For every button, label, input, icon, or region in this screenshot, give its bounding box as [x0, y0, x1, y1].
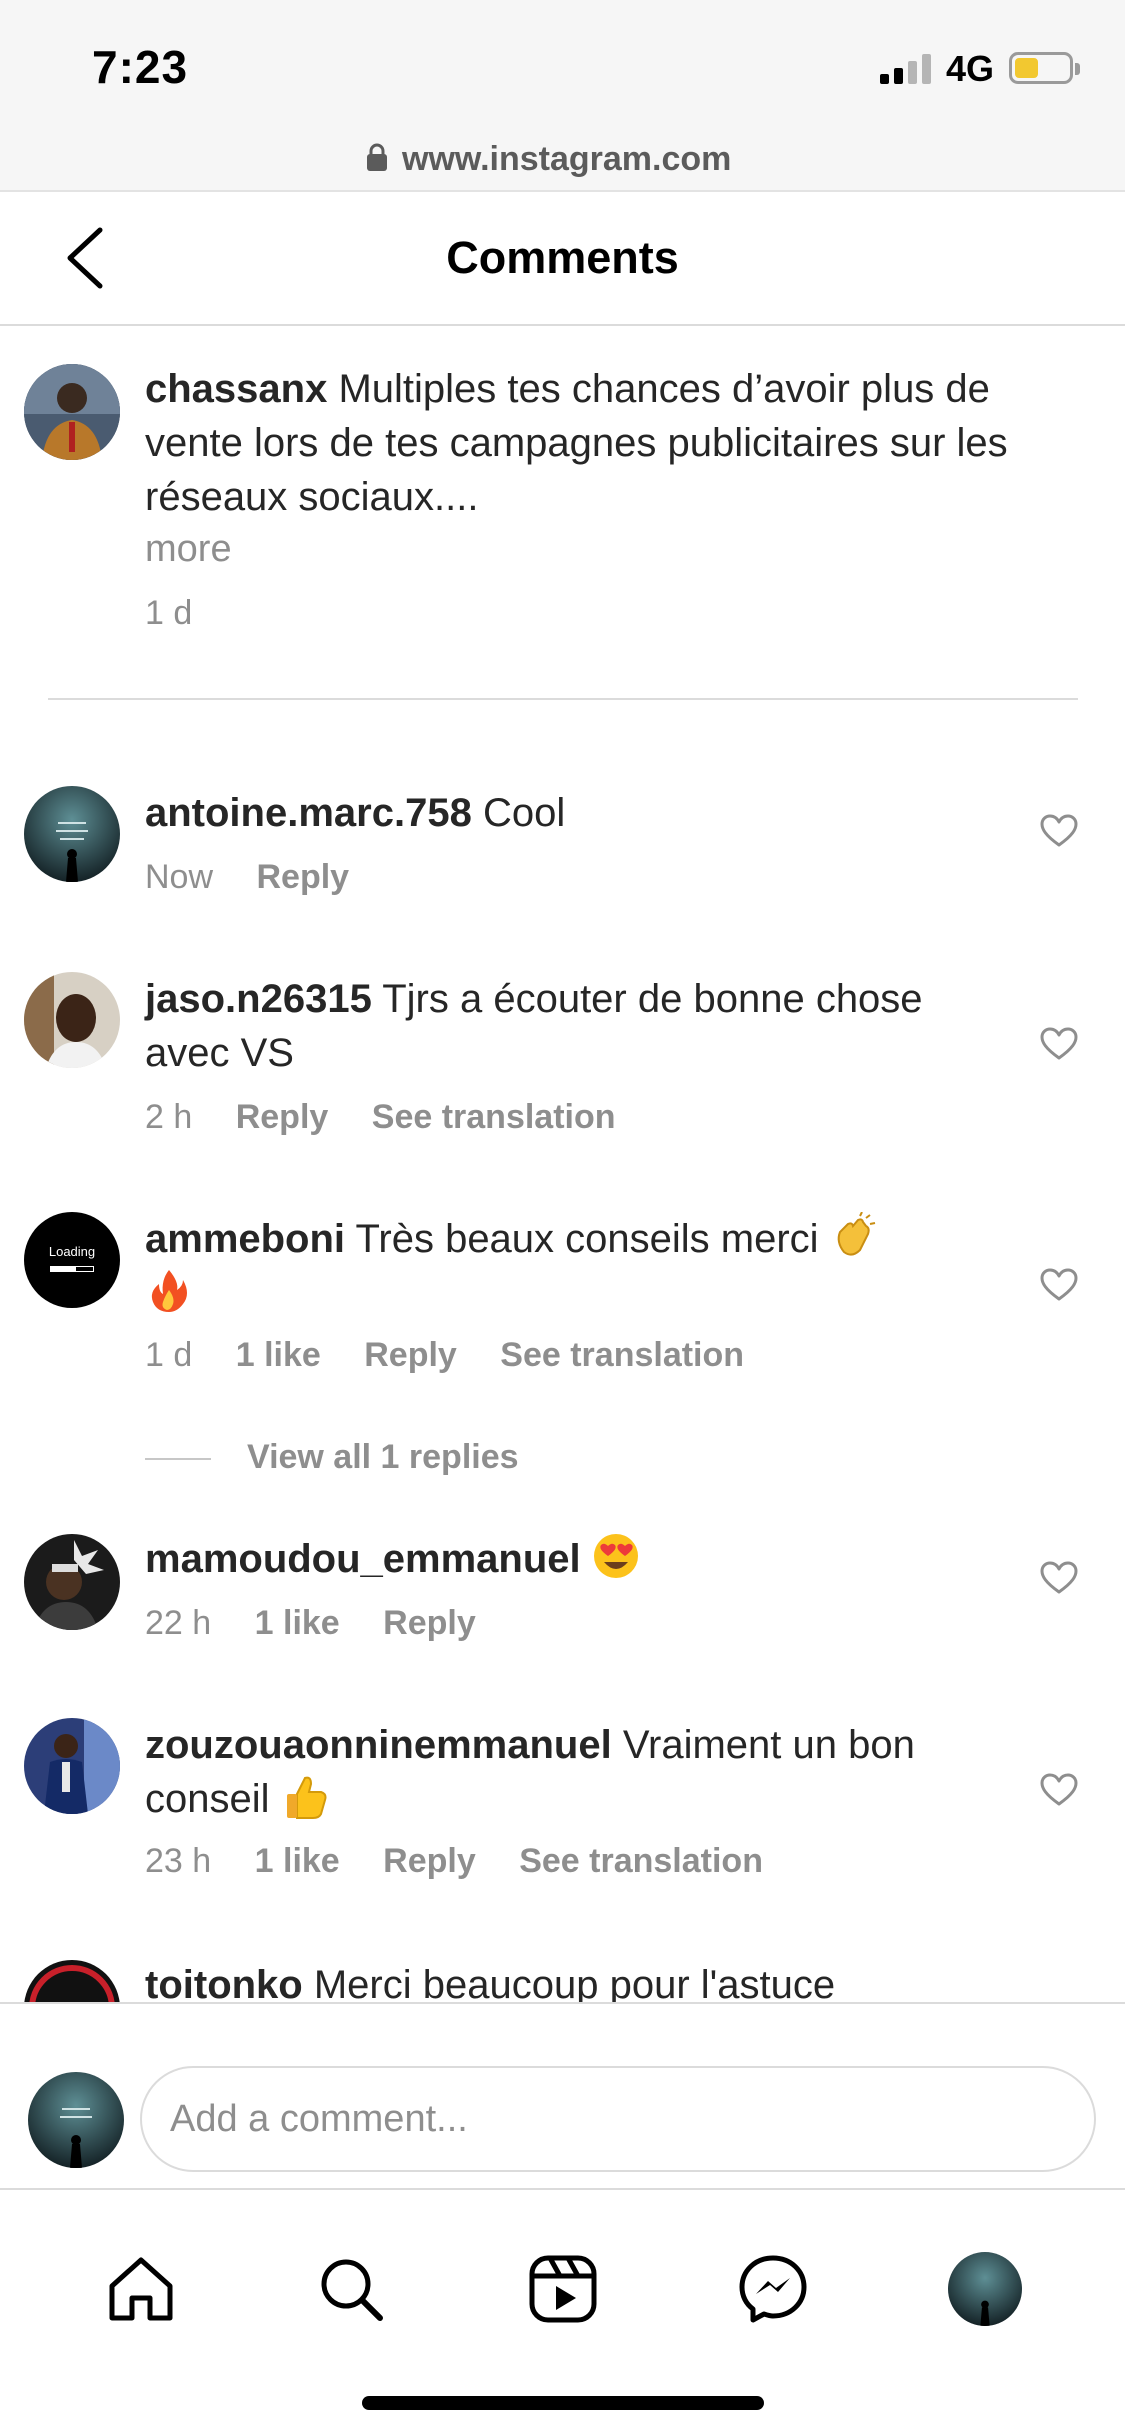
see-translation-button[interactable]: See translation — [519, 1842, 763, 1880]
reply-button[interactable]: Reply — [383, 1842, 476, 1880]
profile-avatar[interactable] — [948, 2252, 1022, 2326]
home-icon[interactable] — [106, 2254, 176, 2324]
my-avatar — [28, 2072, 124, 2168]
avatar[interactable] — [24, 972, 120, 1068]
comments-header: Comments — [0, 192, 1125, 326]
avatar-image — [24, 364, 120, 460]
comment-meta: 1 d 1 like Reply See translation — [145, 1336, 778, 1375]
avatar-image — [29, 1965, 115, 2002]
comment-text: zouzouaonninemmanuel Vraiment un bon con… — [145, 1718, 1015, 1826]
thumbs-up-emoji — [286, 1776, 327, 1819]
comment-username[interactable]: toitonko — [145, 1963, 303, 2002]
comment-meta: 22 h 1 like Reply — [145, 1604, 510, 1643]
like-count[interactable]: 1 like — [255, 1842, 340, 1880]
comment-meta: Now Reply — [145, 858, 383, 897]
comment-time: 23 h — [145, 1842, 212, 1880]
comment-body: Cool — [482, 791, 566, 835]
avatar-text: Loading — [48, 1244, 96, 1259]
caption-username[interactable]: chassanx — [145, 367, 327, 411]
comment-text: mamoudou_emmanuel — [145, 1532, 1015, 1586]
comment-username[interactable]: ammeboni — [145, 1217, 345, 1261]
messenger-icon[interactable] — [738, 2254, 808, 2324]
reels-icon[interactable] — [528, 2254, 598, 2324]
heart-icon[interactable] — [1040, 1561, 1078, 1595]
comment-time: 1 d — [145, 1336, 193, 1374]
more-link[interactable]: more — [145, 528, 232, 571]
avatar-image — [948, 2252, 1022, 2326]
home-indicator[interactable] — [362, 2396, 764, 2410]
battery-icon — [1009, 52, 1080, 84]
avatar[interactable] — [24, 786, 120, 882]
comment-text: jaso.n26315 Tjrs a écouter de bonne chos… — [145, 972, 1015, 1080]
comment-body: Très beaux conseils merci — [355, 1217, 819, 1261]
see-translation-button[interactable]: See translation — [372, 1098, 616, 1136]
reply-button[interactable]: Reply — [364, 1336, 457, 1374]
heart-icon[interactable] — [1040, 814, 1078, 848]
heart-eyes-emoji — [593, 1534, 638, 1578]
avatar[interactable] — [24, 364, 120, 460]
caption-timestamp: 1 d — [145, 594, 193, 632]
comment-time: Now — [145, 858, 214, 896]
heart-icon[interactable] — [1040, 1268, 1078, 1302]
comment-username[interactable]: antoine.marc.758 — [145, 791, 472, 835]
reply-button[interactable]: Reply — [383, 1604, 476, 1642]
replies-line — [145, 1458, 211, 1461]
reply-button[interactable]: Reply — [236, 1098, 329, 1136]
comment-time: 2 h — [145, 1098, 193, 1136]
browser-url-bar[interactable]: www.instagram.com — [0, 132, 1125, 192]
lock-icon — [367, 143, 387, 171]
status-time: 7:23 — [92, 41, 189, 93]
comment-username[interactable]: mamoudou_emmanuel — [145, 1537, 581, 1581]
avatar[interactable]: Loading — [24, 1212, 120, 1308]
comment-time: 22 h — [145, 1604, 212, 1642]
avatar-image — [24, 972, 120, 1068]
comment-username[interactable]: jaso.n26315 — [145, 977, 372, 1021]
comment-body: Merci beaucoup pour l'astuce — [313, 1963, 836, 2002]
avatar[interactable] — [24, 1960, 120, 2002]
url-text[interactable]: www.instagram.com — [402, 140, 731, 179]
caption-text: chassanx Multiples tes chances d’avoir p… — [145, 362, 1095, 524]
page-title: Comments — [446, 232, 679, 283]
comment-meta: 23 h 1 like Reply See translation — [145, 1842, 797, 1881]
reply-button[interactable]: Reply — [256, 858, 349, 896]
clapping-hands-emoji — [837, 1212, 875, 1256]
comment-meta: 2 h Reply See translation — [145, 1098, 650, 1137]
avatar-loading-bar — [50, 1266, 94, 1272]
heart-icon[interactable] — [1040, 1773, 1078, 1807]
network-type: 4G — [946, 48, 995, 89]
comment-text: antoine.marc.758 Cool — [145, 786, 1015, 840]
like-count[interactable]: 1 like — [236, 1336, 321, 1374]
avatar[interactable] — [24, 1534, 120, 1630]
avatar-image — [24, 1718, 120, 1814]
avatar[interactable] — [24, 1718, 120, 1814]
divider — [48, 698, 1078, 700]
comment-text: ammeboni Très beaux conseils merci — [145, 1212, 1015, 1320]
see-translation-button[interactable]: See translation — [500, 1336, 744, 1374]
like-count[interactable]: 1 like — [255, 1604, 340, 1642]
avatar-image — [28, 2072, 124, 2168]
avatar-image — [24, 1534, 120, 1630]
comment-text: toitonko Merci beaucoup pour l'astuce — [145, 1960, 1015, 2002]
avatar-image — [24, 786, 120, 882]
search-icon[interactable] — [316, 2254, 386, 2324]
fire-emoji — [151, 1270, 187, 1312]
status-bar: 7:23 4G — [0, 0, 1125, 132]
heart-icon[interactable] — [1040, 1027, 1078, 1061]
view-replies-button[interactable]: View all 1 replies — [145, 1438, 519, 1477]
comment-partial: toitonko Merci beaucoup pour l'astuce — [0, 1960, 1125, 2002]
comment-username[interactable]: zouzouaonninemmanuel — [145, 1723, 612, 1767]
signal-icon — [880, 54, 932, 84]
add-comment-input[interactable]: Add a comment... — [140, 2066, 1096, 2172]
add-comment-bar: Add a comment... — [0, 2002, 1125, 2188]
view-replies-label[interactable]: View all 1 replies — [247, 1438, 519, 1476]
